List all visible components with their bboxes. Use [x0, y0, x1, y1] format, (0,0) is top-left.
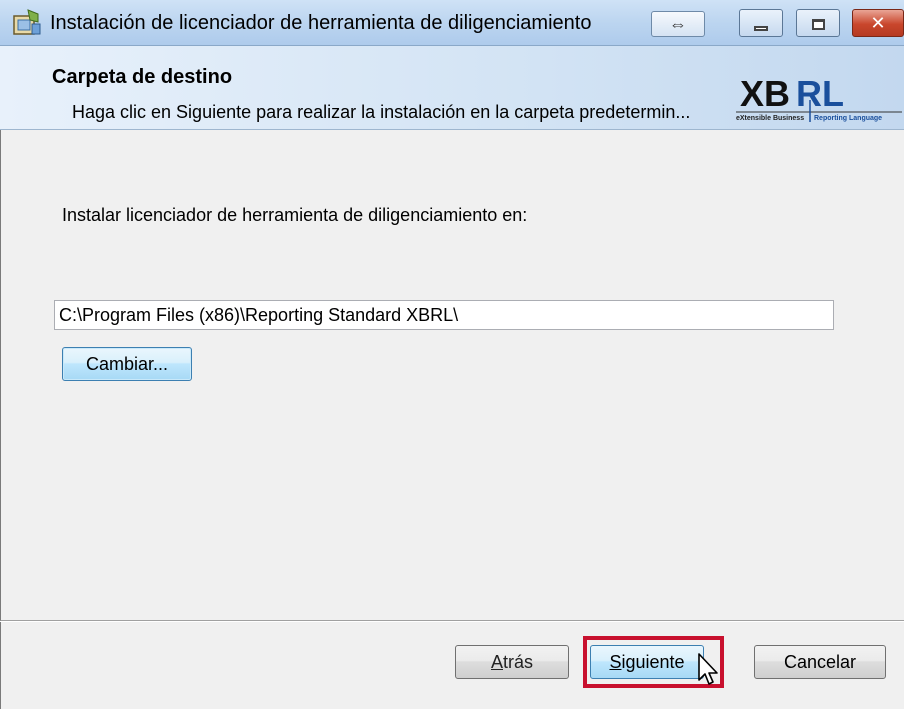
back-label: trás: [503, 652, 534, 672]
footer-divider: [0, 621, 904, 622]
minimize-button[interactable]: [739, 9, 783, 37]
swap-icon[interactable]: ⇔: [651, 11, 705, 37]
window-title: Instalación de licenciador de herramient…: [50, 12, 592, 34]
maximize-button[interactable]: [796, 9, 840, 37]
logo-xb: XB: [740, 73, 790, 114]
cancel-button[interactable]: Cancelar: [754, 645, 886, 679]
logo-rl: RL: [796, 73, 844, 114]
page-title: Carpeta de destino: [52, 66, 233, 88]
title-bar: Instalación de licenciador de herramient…: [0, 0, 904, 46]
mouse-cursor-icon: [698, 653, 718, 685]
logo-tagline-left: eXtensible Business: [736, 115, 804, 122]
install-path-input[interactable]: [54, 300, 834, 330]
back-accel: A: [490, 652, 503, 672]
page-subtitle: Haga clic en Siguiente para realizar la …: [72, 102, 691, 122]
minimize-icon: [754, 25, 768, 31]
xbrl-logo: XB RL eXtensible Business Reporting Lang…: [736, 73, 902, 122]
back-button[interactable]: Atrás: [455, 645, 569, 679]
maximize-icon: [811, 18, 825, 30]
close-icon: ✕: [870, 13, 886, 33]
change-button[interactable]: Cambiar...: [62, 347, 192, 381]
installer-icon: [13, 9, 41, 35]
install-folder-label: Instalar licenciador de herramienta de d…: [62, 205, 528, 225]
logo-tagline-right: Reporting Language: [814, 115, 882, 122]
close-button[interactable]: ✕: [852, 9, 904, 37]
